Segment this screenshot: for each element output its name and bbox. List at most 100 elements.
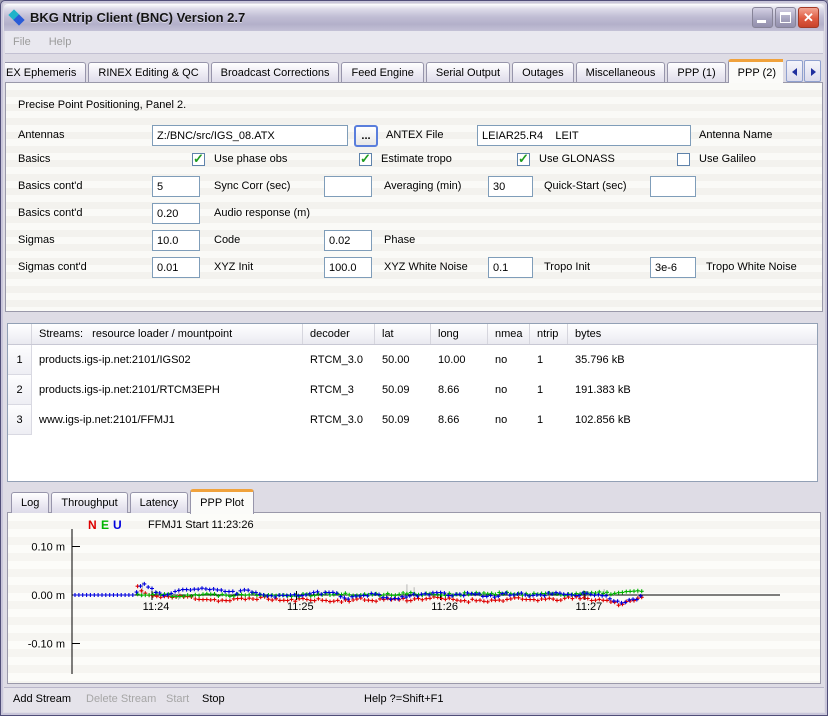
tropo-white-noise-input[interactable] <box>650 257 696 278</box>
svg-text:0.10 m: 0.10 m <box>31 542 65 554</box>
tab-iex-ephemeris[interactable]: IEX Ephemeris <box>5 62 86 83</box>
use-glonass-label: Use GLONASS <box>539 149 615 170</box>
tab-scroll-right-button[interactable] <box>804 60 821 82</box>
cell-mountpoint: products.igs-ip.net:2101/IGS02 <box>32 345 303 375</box>
browse-button[interactable]: ... <box>354 125 378 147</box>
sigma-phase-label: Phase <box>384 230 415 251</box>
svg-text:11:24: 11:24 <box>143 601 170 613</box>
sync-corr-input[interactable] <box>152 176 200 197</box>
row-number: 3 <box>8 405 32 435</box>
max-sol-gap-input[interactable] <box>650 176 696 197</box>
window-title: BKG Ntrip Client (BNC) Version 2.7 <box>30 10 245 25</box>
ppp2-panel: Precise Point Positioning, Panel 2. Ante… <box>5 82 823 312</box>
tab-latency[interactable]: Latency <box>130 492 189 513</box>
sync-corr-label: Sync Corr (sec) <box>214 176 290 197</box>
streams-table: Streams: resource loader / mountpoint de… <box>7 323 818 482</box>
estimate-tropo-label: Estimate tropo <box>381 149 452 170</box>
legend-u: U <box>113 518 122 532</box>
quick-start-input[interactable] <box>488 176 533 197</box>
app-window: BKG Ntrip Client (BNC) Version 2.7 ✕ Fil… <box>0 0 828 716</box>
minimize-icon <box>757 20 766 23</box>
use-phase-obs-checkbox[interactable] <box>192 153 205 166</box>
quick-start-label: Quick-Start (sec) <box>544 176 627 197</box>
streams-table-header: Streams: resource loader / mountpoint de… <box>8 324 817 345</box>
legend-e: E <box>101 518 109 532</box>
sigmas-label: Sigmas <box>18 230 55 251</box>
use-galileo-checkbox[interactable] <box>677 153 690 166</box>
header-bytes[interactable]: bytes <box>568 324 817 344</box>
tab-outages[interactable]: Outages <box>512 62 574 83</box>
tab-miscellaneous[interactable]: Miscellaneous <box>576 62 666 83</box>
title-bar[interactable]: BKG Ntrip Client (BNC) Version 2.7 ✕ <box>4 4 824 31</box>
cell-long: 8.66 <box>431 375 488 405</box>
estimate-tropo-checkbox[interactable] <box>359 153 372 166</box>
antex-path-input[interactable] <box>152 125 348 146</box>
tab-ppp-plot[interactable]: PPP Plot <box>190 489 254 514</box>
antenna-name-input[interactable] <box>477 125 691 146</box>
header-spacer <box>8 324 32 344</box>
use-phase-obs-label: Use phase obs <box>214 149 287 170</box>
use-glonass-checkbox[interactable] <box>517 153 530 166</box>
delete-stream-button[interactable]: Delete Stream <box>86 693 156 705</box>
svg-text:-0.10 m: -0.10 m <box>28 639 65 651</box>
tab-feed-engine[interactable]: Feed Engine <box>341 62 423 83</box>
row-number: 2 <box>8 375 32 405</box>
scroll-left-icon <box>792 68 797 76</box>
plot-title: FFMJ1 Start 11:23:26 <box>148 519 254 531</box>
ppp-plot-chart: 0.10 m0.00 m-0.10 m11:2411:2511:2611:27 <box>8 513 820 683</box>
header-decoder[interactable]: decoder <box>303 324 375 344</box>
audio-response-input[interactable] <box>152 203 200 224</box>
xyz-init-input[interactable] <box>152 257 200 278</box>
cell-ntrip: 1 <box>530 375 568 405</box>
basics-label: Basics <box>18 149 50 170</box>
header-nmea[interactable]: nmea <box>488 324 530 344</box>
xyz-init-label: XYZ Init <box>214 257 253 278</box>
tropo-white-noise-label: Tropo White Noise <box>706 257 797 278</box>
menu-bar: File Help <box>5 31 823 54</box>
sigma-code-input[interactable] <box>152 230 200 251</box>
header-mountpoint[interactable]: Streams: resource loader / mountpoint <box>32 324 303 344</box>
tab-serial-output[interactable]: Serial Output <box>426 62 510 83</box>
cell-nmea: no <box>488 345 530 375</box>
averaging-input[interactable] <box>324 176 372 197</box>
tab-ppp-2[interactable]: PPP (2) <box>728 59 783 83</box>
svg-text:0.00 m: 0.00 m <box>31 590 65 602</box>
xyz-white-noise-input[interactable] <box>324 257 372 278</box>
cell-decoder: RTCM_3.0 <box>303 345 375 375</box>
svg-text:11:26: 11:26 <box>431 601 458 613</box>
start-button[interactable]: Start <box>166 693 189 705</box>
cell-lat: 50.09 <box>375 405 431 435</box>
menu-file[interactable]: File <box>13 36 31 48</box>
minimize-button[interactable] <box>752 7 773 28</box>
tab-scroll-arrows <box>786 60 821 82</box>
sigmas2-label: Sigmas cont'd <box>18 257 87 278</box>
stop-button[interactable]: Stop <box>202 693 225 705</box>
tab-rinex-editing-qc[interactable]: RINEX Editing & QC <box>88 62 208 83</box>
header-lat[interactable]: lat <box>375 324 431 344</box>
add-stream-button[interactable]: Add Stream <box>13 693 71 705</box>
averaging-label: Averaging (min) <box>384 176 461 197</box>
bottom-tab-bar: Log Throughput Latency PPP Plot <box>11 488 256 513</box>
cell-mountpoint: www.igs-ip.net:2101/FFMJ1 <box>32 405 303 435</box>
tropo-init-input[interactable] <box>488 257 533 278</box>
svg-text:11:25: 11:25 <box>287 601 314 613</box>
cell-bytes: 191.383 kB <box>568 375 817 405</box>
tab-ppp-1[interactable]: PPP (1) <box>667 62 725 83</box>
close-button[interactable]: ✕ <box>798 7 819 28</box>
table-row[interactable]: 1 products.igs-ip.net:2101/IGS02 RTCM_3.… <box>8 345 817 375</box>
maximize-button[interactable] <box>775 7 796 28</box>
use-galileo-label: Use Galileo <box>699 149 756 170</box>
header-long[interactable]: long <box>431 324 488 344</box>
menu-help[interactable]: Help <box>49 36 72 48</box>
sigma-phase-input[interactable] <box>324 230 372 251</box>
table-row[interactable]: 3 www.igs-ip.net:2101/FFMJ1 RTCM_3.0 50.… <box>8 405 817 435</box>
cell-nmea: no <box>488 375 530 405</box>
tab-scroll-left-button[interactable] <box>786 60 803 82</box>
tab-log[interactable]: Log <box>11 492 49 513</box>
tab-throughput[interactable]: Throughput <box>51 492 127 513</box>
close-icon: ✕ <box>799 8 818 27</box>
basics3-label: Basics cont'd <box>18 203 82 224</box>
table-row[interactable]: 2 products.igs-ip.net:2101/RTCM3EPH RTCM… <box>8 375 817 405</box>
header-ntrip[interactable]: ntrip <box>530 324 568 344</box>
tab-broadcast-corrections[interactable]: Broadcast Corrections <box>211 62 340 83</box>
